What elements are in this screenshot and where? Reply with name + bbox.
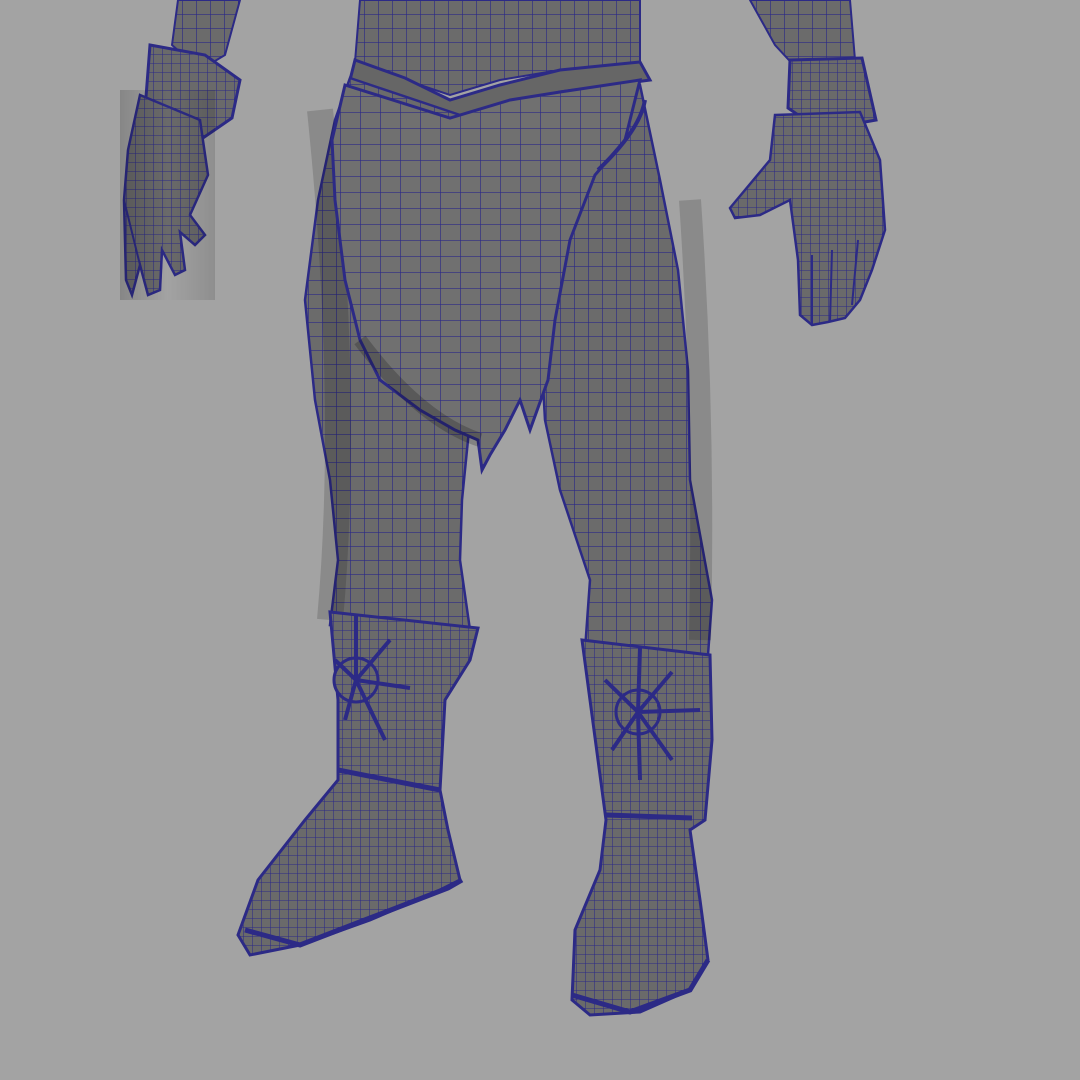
- right-hand[interactable]: [728, 110, 887, 327]
- 3d-viewport[interactable]: [0, 0, 1080, 1080]
- left-hand[interactable]: [120, 90, 215, 300]
- right-arm[interactable]: [748, 0, 878, 132]
- character-model[interactable]: [0, 0, 1080, 1080]
